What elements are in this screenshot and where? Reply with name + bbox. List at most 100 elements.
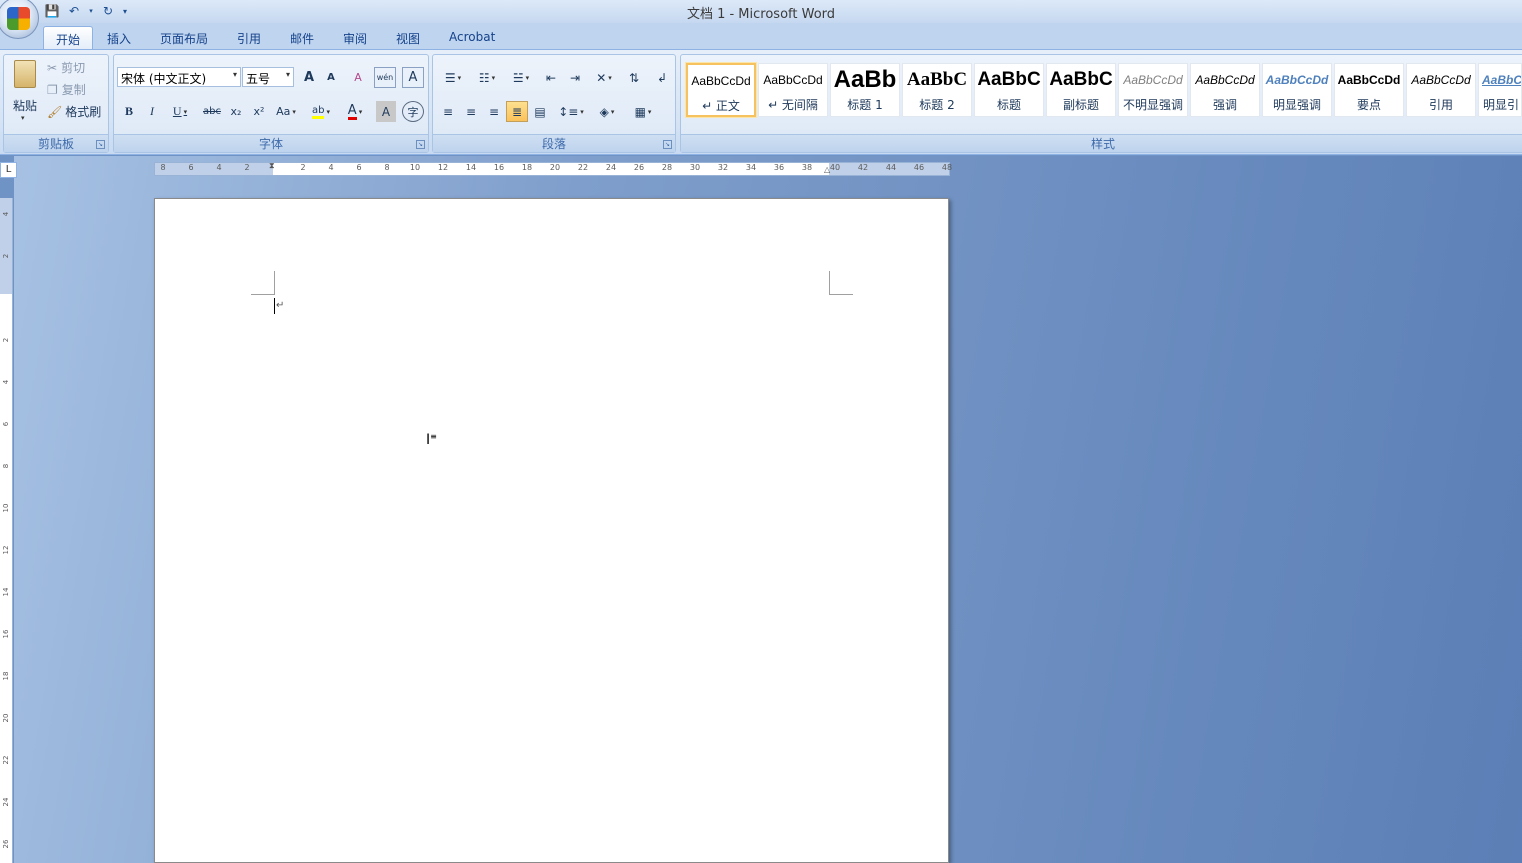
change-case-button[interactable]: Aa ▾ [272,101,300,122]
style-normal[interactable]: AaBbCcDd ↵ 正文 [686,63,756,117]
ruler-tick-label: 6 [188,163,194,172]
ruler-tick-label: 8 [160,163,166,172]
style-emphasis[interactable]: AaBbCcDd 强调 [1190,63,1260,117]
shading-button[interactable]: ◈ ▾ [591,101,623,122]
tab-review[interactable]: 审阅 [331,26,379,49]
style-preview: AaBbCcDd [1265,73,1329,87]
grow-font-button[interactable]: A [299,67,319,88]
enclose-char-button[interactable]: 字 [402,101,424,122]
shrink-font-button[interactable]: A [321,67,341,88]
sort-button[interactable]: ⇅ [623,67,645,88]
ruler-tick-label: 34 [745,163,757,172]
distributed-button[interactable]: ▤ [529,101,551,122]
style-strong[interactable]: AaBbCcDd 要点 [1334,63,1404,117]
cut-button[interactable]: ✂ 剪切 [46,57,92,78]
ruler-tick-label: 46 [913,163,925,172]
brush-icon: 🖌 [47,104,63,119]
bullets-button[interactable]: ☰ ▾ [437,67,469,88]
ruler-tick-label: 18 [2,671,10,681]
superscript-button[interactable]: x² [249,101,269,122]
subscript-button[interactable]: x₂ [226,101,246,122]
align-left-button[interactable]: ≡ [437,101,459,122]
style-subtle-emphasis[interactable]: AaBbCcDd 不明显强调 [1118,63,1188,117]
style-name: ↵ 无间隔 [768,98,818,112]
phonetic-guide-button[interactable]: wén [374,67,396,88]
format-painter-button[interactable]: 🖌 格式刷 [46,101,106,122]
crop-mark-top-left [251,271,275,295]
ruler-tick-label: 26 [633,163,645,172]
paragraph-mark-icon: ↲ [656,70,668,85]
ruler-tick-label: 2 [244,163,250,172]
style-title[interactable]: AaBbC 标题 [974,63,1044,117]
clear-format-button[interactable]: A [347,67,369,88]
tab-acrobat[interactable]: Acrobat [437,26,507,49]
style-heading-1[interactable]: AaBb 标题 1 [830,63,900,117]
font-color-button[interactable]: A ▾ [340,101,370,122]
ruler-tick-label: 4 [328,163,334,172]
decrease-indent-button[interactable]: ⇤ [540,67,562,88]
style-intense-quote[interactable]: AaBbCc 明显引 [1478,63,1522,117]
customize-qat-icon[interactable]: ▾ [120,2,130,20]
highlight-button[interactable]: ab ▾ [306,101,336,122]
style-heading-2[interactable]: AaBbC 标题 2 [902,63,972,117]
tab-view[interactable]: 视图 [384,26,432,49]
strikethrough-button[interactable]: abc [200,101,224,122]
style-name: ↵ 正文 [702,99,740,113]
style-no-spacing[interactable]: AaBbCcDd ↵ 无间隔 [758,63,828,117]
underline-button[interactable]: U ▾ [165,101,195,122]
vertical-ruler[interactable]: 4 2 2 4 6 8 10 12 14 16 18 20 22 24 26 [0,198,13,863]
ruler-tick-label: 2 [300,163,306,172]
char-border-button[interactable]: A [402,67,424,88]
tab-home[interactable]: 开始 [43,26,94,49]
style-intense-emphasis[interactable]: AaBbCcDd 明显强调 [1262,63,1332,117]
save-icon[interactable]: 💾 [42,2,62,20]
clipboard-group: 粘贴 ▾ ✂ 剪切 ❐ 复制 🖌 格式刷 剪贴板 ↘ [3,54,109,153]
align-center-icon: ≡ [465,104,477,119]
align-right-button[interactable]: ≡ [483,101,505,122]
clipboard-group-label: 剪贴板 [4,134,108,152]
paragraph-launcher-icon[interactable]: ↘ [663,140,672,149]
font-launcher-icon[interactable]: ↘ [416,140,425,149]
chinese-layout-button[interactable]: ✕ ▾ [589,67,619,88]
font-name-combo[interactable]: 宋体 (中文正文) ▾ [117,67,241,87]
tab-references[interactable]: 引用 [225,26,273,49]
tab-selector-button[interactable]: L [0,162,17,178]
line-spacing-button[interactable]: ↕≡ ▾ [555,101,587,122]
style-quote[interactable]: AaBbCcDd 引用 [1406,63,1476,117]
clipboard-launcher-icon[interactable]: ↘ [96,140,105,149]
horizontal-ruler[interactable]: 8 6 4 2 2 4 6 8 10 12 14 16 18 20 22 24 26 28 30 32 34 36 38 40… [154,161,952,177]
increase-indent-button[interactable]: ⇥ [564,67,586,88]
style-preview: AaBbCcDd [1411,73,1471,87]
right-indent-marker-icon[interactable]: △ [824,165,833,175]
italic-button[interactable]: I [142,101,162,122]
distributed-align-icon: ▤ [534,104,546,119]
borders-button[interactable]: ▦ ▾ [627,101,659,122]
quick-access-toolbar: 💾 ↶ ▾ ↻ ▾ [42,1,130,21]
style-preview: AaBbC [906,69,968,90]
bold-button[interactable]: B [119,101,139,122]
font-color-icon: A [347,102,357,120]
char-shading-button[interactable]: A [376,101,396,122]
ruler-tick-label: 36 [773,163,785,172]
indent-marker-icon[interactable]: ⧗ [269,161,278,177]
ruler-tick-label: 8 [384,163,390,172]
paste-button[interactable]: 粘贴 ▾ [8,57,42,129]
style-subtitle[interactable]: AaBbC 副标题 [1046,63,1116,117]
align-center-button[interactable]: ≡ [460,101,482,122]
undo-dropdown-icon[interactable]: ▾ [86,2,96,20]
numbering-button[interactable]: ☷ ▾ [471,67,503,88]
redo-icon[interactable]: ↻ [98,2,118,20]
tab-insert[interactable]: 插入 [95,26,143,49]
strikethrough-icon: abc [203,106,221,117]
tab-mailings[interactable]: 邮件 [278,26,326,49]
show-marks-button[interactable]: ↲ [651,67,673,88]
justify-button[interactable]: ≣ [506,101,528,122]
chevron-down-icon: ▾ [285,70,290,79]
font-size-combo[interactable]: 五号 ▾ [242,67,294,87]
tab-page-layout[interactable]: 页面布局 [148,26,220,49]
undo-icon[interactable]: ↶ [64,2,84,20]
change-case-icon: Aa [276,105,291,118]
window-title: 文档 1 - Microsoft Word [686,7,836,22]
copy-button[interactable]: ❐ 复制 [46,79,92,100]
multilevel-list-button[interactable]: ☱ ▾ [505,67,537,88]
